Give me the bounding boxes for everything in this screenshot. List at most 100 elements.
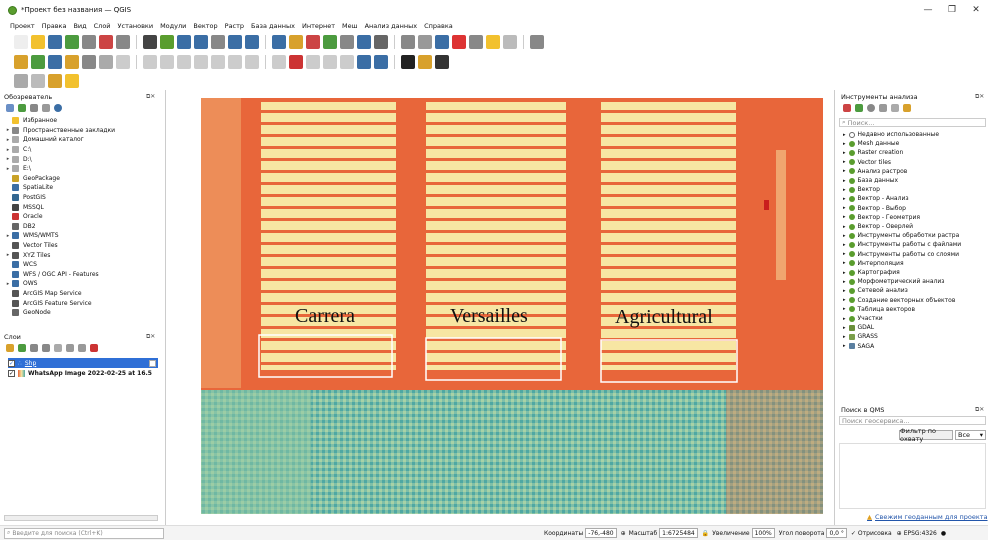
results-icon[interactable] xyxy=(879,104,887,112)
expand-arrow-icon[interactable]: ▸ xyxy=(843,288,846,294)
expand-arrow-icon[interactable]: ▸ xyxy=(4,156,12,162)
qms-filter-button[interactable]: Фильтр по охвату xyxy=(899,427,953,443)
close-button[interactable]: ✕ xyxy=(964,0,988,20)
toolbox-item[interactable]: ▸ Сетевой анализ xyxy=(843,286,908,295)
main-tool-22-icon[interactable] xyxy=(401,35,415,49)
panel-float-close-icon[interactable]: ⧉✕ xyxy=(975,406,984,414)
main-tool-16-icon[interactable] xyxy=(289,35,303,49)
toolbox-item[interactable]: ▸ База данных xyxy=(843,176,898,185)
digitize-tool-24-icon[interactable] xyxy=(435,55,449,69)
toolbox-item[interactable]: ▸ Vector tiles xyxy=(843,158,891,167)
digitize-tool-1-icon[interactable] xyxy=(14,55,28,69)
digitize-tool-15-icon[interactable] xyxy=(272,55,286,69)
crs-button[interactable]: EPSG:4326 xyxy=(904,530,937,537)
zoom-field[interactable]: 100% xyxy=(751,528,775,538)
main-tool-23-icon[interactable] xyxy=(418,35,432,49)
main-tool-7-icon[interactable] xyxy=(116,35,130,49)
source-tool-1-icon[interactable] xyxy=(14,74,28,88)
browser-item[interactable]: GeoNode xyxy=(4,308,51,318)
toolbox-item[interactable]: ▸ Картография xyxy=(843,268,900,277)
expand-arrow-icon[interactable]: ▸ xyxy=(843,205,846,211)
digitize-tool-17-icon[interactable] xyxy=(306,55,320,69)
scripts-icon[interactable] xyxy=(855,104,863,112)
menu-view[interactable]: Вид xyxy=(73,22,86,30)
expand-arrow-icon[interactable]: ▸ xyxy=(843,168,846,174)
expand-arrow-icon[interactable]: ▸ xyxy=(4,147,12,153)
qms-filter-select[interactable]: Все ▾ xyxy=(955,430,986,440)
expand-arrow-icon[interactable]: ▸ xyxy=(843,325,846,331)
digitize-tool-20-icon[interactable] xyxy=(357,55,371,69)
main-tool-24-icon[interactable] xyxy=(435,35,449,49)
toolbox-search-input[interactable]: ⌕ Поиск... xyxy=(839,118,986,127)
digitize-tool-11-icon[interactable] xyxy=(194,55,208,69)
panel-float-close-icon[interactable]: ⧉✕ xyxy=(975,93,984,101)
expand-arrow-icon[interactable]: ▸ xyxy=(843,187,846,193)
digitize-tool-10-icon[interactable] xyxy=(177,55,191,69)
models-icon[interactable] xyxy=(843,104,851,112)
filter-expression-icon[interactable] xyxy=(54,344,62,352)
add-selected-icon[interactable] xyxy=(6,104,14,112)
expand-arrow-icon[interactable]: ▸ xyxy=(4,127,12,133)
panel-float-close-icon[interactable]: ⧉✕ xyxy=(146,333,155,341)
browser-item[interactable]: WFS / OGC API - Features xyxy=(4,270,99,280)
main-tool-18-icon[interactable] xyxy=(323,35,337,49)
main-tool-1-icon[interactable] xyxy=(14,35,28,49)
map-raster-image[interactable]: Carrera Versailles Agricultural xyxy=(166,90,836,525)
browser-item[interactable]: GeoPackage xyxy=(4,174,60,184)
locator-search-input[interactable]: ⌕ Введите для поиска (Ctrl+K) xyxy=(4,527,164,539)
toolbox-item[interactable]: ▸ Вектор - Оверлей xyxy=(843,222,913,231)
main-tool-21-icon[interactable] xyxy=(374,35,388,49)
map-canvas[interactable]: Carrera Versailles Agricultural xyxy=(165,90,835,525)
toggle-extents-icon[interactable]: ⊕ xyxy=(621,530,626,537)
digitize-tool-13-icon[interactable] xyxy=(228,55,242,69)
source-tool-3-icon[interactable] xyxy=(48,74,62,88)
expand-arrow-icon[interactable]: ▸ xyxy=(843,196,846,202)
main-tool-26-icon[interactable] xyxy=(469,35,483,49)
expand-arrow-icon[interactable]: ▸ xyxy=(4,281,12,287)
expand-all-icon[interactable] xyxy=(66,344,74,352)
filter-legend-icon[interactable] xyxy=(42,344,50,352)
menu-web[interactable]: Интернет xyxy=(302,22,335,30)
browser-item[interactable]: Vector Tiles xyxy=(4,241,58,251)
expand-arrow-icon[interactable]: ▸ xyxy=(843,159,846,165)
messages-icon[interactable]: ● xyxy=(941,530,946,537)
main-tool-25-icon[interactable] xyxy=(452,35,466,49)
toolbox-item[interactable]: ▸ Анализ растров xyxy=(843,167,907,176)
menu-edit[interactable]: Правка xyxy=(42,22,67,30)
expand-arrow-icon[interactable]: ▸ xyxy=(843,233,846,239)
panel-float-close-icon[interactable]: ⧉✕ xyxy=(146,93,155,101)
collapse-all-icon[interactable] xyxy=(78,344,86,352)
browser-item[interactable]: ▸ D:\ xyxy=(4,154,32,164)
expand-arrow-icon[interactable]: ▸ xyxy=(843,132,846,138)
toolbox-item[interactable]: ▸ Участки xyxy=(843,314,883,323)
digitize-tool-19-icon[interactable] xyxy=(340,55,354,69)
toolbox-item[interactable]: ▸ Создание векторных объектов xyxy=(843,296,955,305)
digitize-tool-7-icon[interactable] xyxy=(116,55,130,69)
browser-item[interactable]: WCS xyxy=(4,260,37,270)
expand-arrow-icon[interactable]: ▸ xyxy=(843,306,846,312)
main-tool-9-icon[interactable] xyxy=(160,35,174,49)
coordinate-field[interactable]: -76,-480 xyxy=(585,528,617,538)
expand-arrow-icon[interactable]: ▸ xyxy=(843,178,846,184)
main-tool-28-icon[interactable] xyxy=(503,35,517,49)
toolbox-item[interactable]: ▸ Инструменты работы с файлами xyxy=(843,240,961,249)
expand-arrow-icon[interactable]: ▸ xyxy=(4,137,12,143)
menu-mesh[interactable]: Меш xyxy=(342,22,358,30)
toolbox-item[interactable]: ▸ Интерполяция xyxy=(843,259,904,268)
qms-results-list[interactable] xyxy=(839,443,986,509)
main-tool-20-icon[interactable] xyxy=(357,35,371,49)
properties-icon[interactable] xyxy=(54,104,62,112)
main-tool-10-icon[interactable] xyxy=(177,35,191,49)
qms-link[interactable]: ▲ Свежим геоданным для проекта xyxy=(867,513,988,521)
horizontal-scrollbar[interactable] xyxy=(4,515,158,521)
toolbox-item[interactable]: ▸ GDAL xyxy=(843,323,874,332)
edit-features-icon[interactable] xyxy=(891,104,899,112)
expand-arrow-icon[interactable]: ▸ xyxy=(843,251,846,257)
toolbox-item[interactable]: ▸ Морфометрический анализ xyxy=(843,277,944,286)
menu-raster[interactable]: Растр xyxy=(225,22,244,30)
main-tool-5-icon[interactable] xyxy=(82,35,96,49)
toolbox-item[interactable]: ▸ GRASS xyxy=(843,332,878,341)
browser-item[interactable]: ArcGIS Feature Service xyxy=(4,298,92,308)
expand-arrow-icon[interactable]: ▸ xyxy=(843,270,846,276)
toolbox-item[interactable]: ▸ Mesh данные xyxy=(843,139,899,148)
